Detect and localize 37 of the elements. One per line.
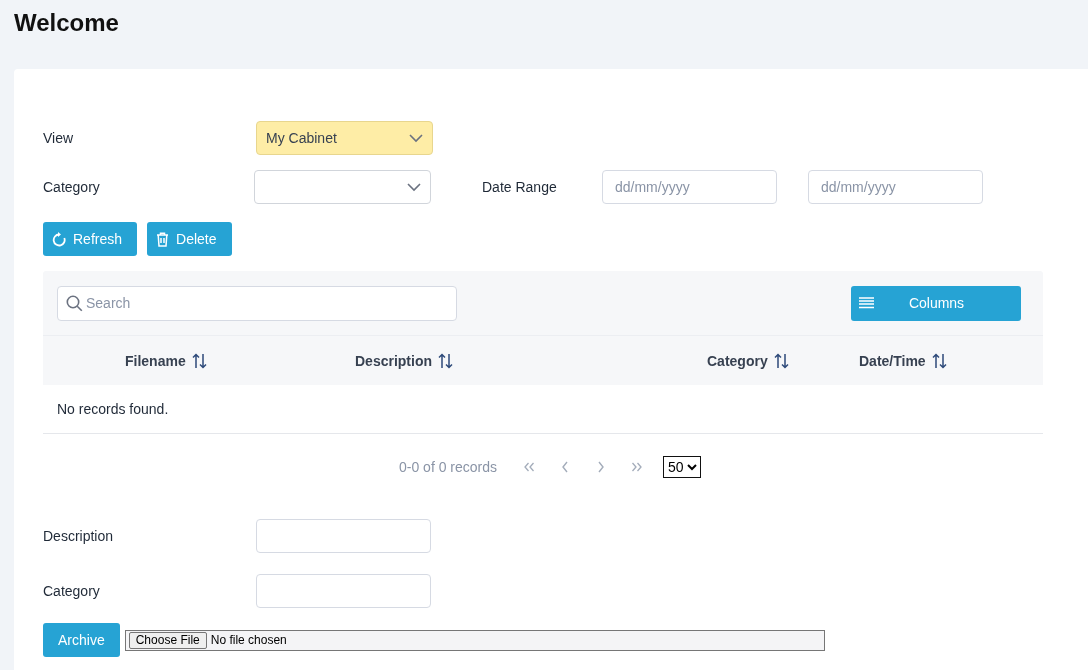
- sort-icon: [191, 352, 207, 369]
- sort-icon: [931, 352, 947, 369]
- chevron-down-icon: [409, 133, 423, 143]
- field-label: Date Range: [482, 179, 558, 195]
- field-label: View: [43, 130, 74, 146]
- date-field[interactable]: dd/mm/yyyy: [808, 170, 983, 204]
- column-header[interactable]: Category: [707, 352, 789, 369]
- column-header[interactable]: Filename: [125, 352, 207, 369]
- date-field[interactable]: dd/mm/yyyy: [602, 170, 777, 204]
- file-status: No file chosen: [210, 633, 287, 647]
- text-field[interactable]: [256, 574, 431, 608]
- empty-message: No records found.: [57, 401, 169, 417]
- page-title: Welcome: [14, 9, 119, 37]
- sort-icon: [438, 352, 453, 369]
- trash-icon: [156, 231, 170, 247]
- field-label: Category: [43, 179, 100, 195]
- category-dropdown[interactable]: [254, 170, 431, 204]
- text-field[interactable]: [256, 519, 431, 553]
- page-size-select[interactable]: 50: [663, 456, 702, 478]
- field-label: Description: [43, 528, 114, 544]
- chevron-double-left-icon: [523, 462, 536, 472]
- chevron-right-icon: [597, 461, 606, 473]
- column-header[interactable]: Description: [355, 352, 453, 369]
- chevron-left-icon: [561, 461, 570, 473]
- choose-file-button[interactable]: Choose File: [128, 631, 207, 649]
- sort-icon: [773, 352, 789, 369]
- chevron-down-icon: [407, 182, 421, 192]
- record-count: 0-0 of 0 records: [398, 459, 498, 475]
- column-header[interactable]: Date/Time: [859, 352, 947, 369]
- file-input[interactable]: Choose File No file chosen: [124, 629, 825, 651]
- menu-icon: [859, 297, 874, 309]
- search-field[interactable]: Search: [57, 285, 457, 321]
- chevron-double-right-icon: [631, 462, 644, 472]
- field-label: Category: [43, 583, 100, 599]
- refresh-icon: [52, 231, 66, 247]
- search-icon: [66, 294, 83, 312]
- view-dropdown[interactable]: My Cabinet: [256, 121, 433, 155]
